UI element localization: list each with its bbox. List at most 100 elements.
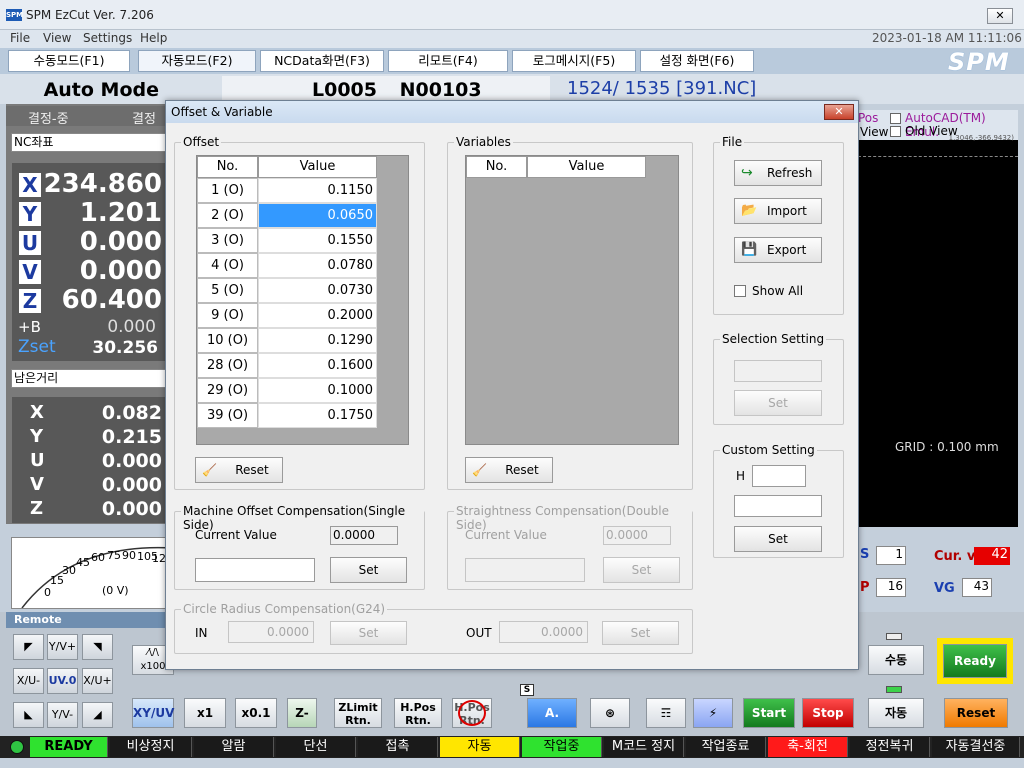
axis-label: X xyxy=(19,173,41,197)
out-label: OUT xyxy=(466,626,492,640)
b-axis-label: +B xyxy=(18,318,41,336)
tab-manual[interactable]: 수동모드(F1) xyxy=(8,50,130,72)
rem-axis-label: X xyxy=(30,402,44,423)
tab-auto[interactable]: 자동모드(F2) xyxy=(138,50,256,72)
selection-input[interactable] xyxy=(734,360,822,382)
offset-value[interactable]: 0.1600 xyxy=(258,353,377,378)
cur-value: 42 xyxy=(974,547,1010,565)
dialog-close-button[interactable]: ✕ xyxy=(824,104,854,120)
p-value[interactable]: 16 xyxy=(876,578,906,597)
jog-down-right-button[interactable]: ◢ xyxy=(82,702,113,728)
custom-setting-group: Custom Setting H Set xyxy=(713,443,844,558)
gauge-tick: 45 xyxy=(76,556,90,569)
jog-y-plus-button[interactable]: Y/V+ xyxy=(47,634,78,660)
jog-x-minus-button[interactable]: X/U- xyxy=(13,668,44,694)
machine-offset-input[interactable] xyxy=(195,558,315,582)
spm-logo: SPM xyxy=(948,48,1010,76)
s-value[interactable]: 1 xyxy=(876,546,906,565)
gauge-tick: 60 xyxy=(91,551,105,564)
menu-settings[interactable]: Settings xyxy=(83,31,132,45)
manual-mode-button[interactable]: 수동 xyxy=(868,645,924,675)
variables-reset-button[interactable]: 🧹 Reset xyxy=(465,457,553,483)
auto-start-button[interactable]: A. Start xyxy=(527,698,577,748)
offset-value[interactable]: 0.0780 xyxy=(258,253,377,278)
ready-button[interactable]: Ready xyxy=(943,644,1007,678)
status-axis-rotate: 축-회전 xyxy=(768,737,848,757)
show-all-checkbox[interactable] xyxy=(734,285,746,297)
home-position-return-button[interactable]: H.Pos Rtn. xyxy=(394,698,442,728)
import-button[interactable]: 📂 Import xyxy=(734,198,822,224)
z-minus-button[interactable]: Z- xyxy=(287,698,317,728)
reset-button[interactable]: Reset xyxy=(944,698,1008,728)
offset-value[interactable]: 0.1000 xyxy=(258,378,377,403)
x1-button[interactable]: x1 xyxy=(184,698,226,728)
export-button[interactable]: 💾 Export xyxy=(734,237,822,263)
offset-value[interactable]: 0.1750 xyxy=(258,403,377,428)
app-logo-icon: SPM xyxy=(6,9,24,21)
out-value[interactable]: 0.0000 xyxy=(499,621,588,643)
offset-value[interactable]: 0.1290 xyxy=(258,328,377,353)
x01-button[interactable]: x0.1 xyxy=(235,698,277,728)
jog-x-plus-button[interactable]: X/U+ xyxy=(82,668,113,694)
gauge-tick: 30 xyxy=(62,564,76,577)
straightness-input[interactable] xyxy=(465,558,585,582)
coord-select[interactable]: NC좌표 xyxy=(11,133,168,152)
jog-up-right-button[interactable]: ◥ xyxy=(82,634,113,660)
save-icon: 💾 xyxy=(741,242,758,257)
in-value[interactable]: 0.0000 xyxy=(228,621,314,643)
axis-value: 0.000 xyxy=(79,256,162,286)
refresh-button[interactable]: ↪ Refresh xyxy=(734,160,822,186)
vg-value[interactable]: 43 xyxy=(962,578,992,597)
status-ready: READY xyxy=(30,737,108,757)
tab-remote[interactable]: 리모트(F4) xyxy=(388,50,508,72)
vg-label: VG xyxy=(934,581,955,596)
jog-y-minus-button[interactable]: Y/V- xyxy=(47,702,78,728)
wire-icon[interactable]: ⊛ xyxy=(590,698,630,728)
selection-set-button[interactable]: Set xyxy=(734,390,822,416)
offset-value[interactable]: 0.2000 xyxy=(258,303,377,328)
menu-file[interactable]: File xyxy=(10,31,30,45)
autocad-checkbox[interactable] xyxy=(890,113,901,124)
coords-box: X 234.860 Y 1.201 U 0.000 V 0.000 Z 60.4… xyxy=(12,163,168,361)
in-set-button[interactable]: Set xyxy=(330,621,407,645)
xyuv-button[interactable]: XY/UV xyxy=(132,698,174,728)
menu-view[interactable]: View xyxy=(43,31,71,45)
window-close-button[interactable]: ✕ xyxy=(987,8,1013,24)
file-group-title: File xyxy=(720,135,745,149)
offset-value[interactable]: 0.0730 xyxy=(258,278,377,303)
drawing-canvas[interactable]: 1.3046,-366.9432) xyxy=(858,134,1018,527)
variables-table[interactable]: No. Value xyxy=(465,155,679,445)
auto-mode-button[interactable]: 자동 xyxy=(868,698,924,728)
offset-table[interactable]: No. Value 1 (O) 0.1150 2 (O) 0.0650 3 (O… xyxy=(196,155,409,445)
stop-button[interactable]: Stop xyxy=(802,698,854,728)
straightness-group: Straightness Compensation(Double Side) C… xyxy=(447,504,693,590)
machine-offset-set-button[interactable]: Set xyxy=(330,557,407,583)
offset-reset-button[interactable]: 🧹 Reset xyxy=(195,457,283,483)
jog-uv0-button[interactable]: UV.0 xyxy=(47,668,78,694)
start-button[interactable]: Start xyxy=(743,698,795,728)
p-label: P xyxy=(860,580,870,595)
power-icon[interactable]: ⚡ xyxy=(693,698,733,728)
jog-up-left-button[interactable]: ◤ xyxy=(13,634,44,660)
tab-log[interactable]: 로그메시지(F5) xyxy=(512,50,636,72)
offset-no: 29 (O) xyxy=(197,378,258,403)
out-set-button[interactable]: Set xyxy=(602,621,679,645)
straightness-set-button[interactable]: Set xyxy=(603,557,680,583)
offset-no: 3 (O) xyxy=(197,228,258,253)
tab-settings[interactable]: 설정 화면(F6) xyxy=(640,50,754,72)
menu-bar: File View Settings Help xyxy=(0,30,1024,48)
axis-label: Z xyxy=(19,289,41,313)
custom-input[interactable] xyxy=(734,495,822,517)
offset-value[interactable]: 0.0650 xyxy=(258,203,377,228)
zlimit-return-button[interactable]: ZLimit Rtn. xyxy=(334,698,382,728)
h-input[interactable] xyxy=(752,465,806,487)
flush-icon[interactable]: ☶ xyxy=(646,698,686,728)
offset-value[interactable]: 0.1150 xyxy=(258,178,377,203)
custom-set-button[interactable]: Set xyxy=(734,526,822,552)
jog-down-left-button[interactable]: ◣ xyxy=(13,702,44,728)
menu-help[interactable]: Help xyxy=(140,31,167,45)
offset-value[interactable]: 0.1550 xyxy=(258,228,377,253)
no-entry-icon xyxy=(458,700,486,726)
tab-ncdata[interactable]: NCData화면(F3) xyxy=(260,50,384,72)
old-view-checkbox[interactable] xyxy=(890,126,901,137)
